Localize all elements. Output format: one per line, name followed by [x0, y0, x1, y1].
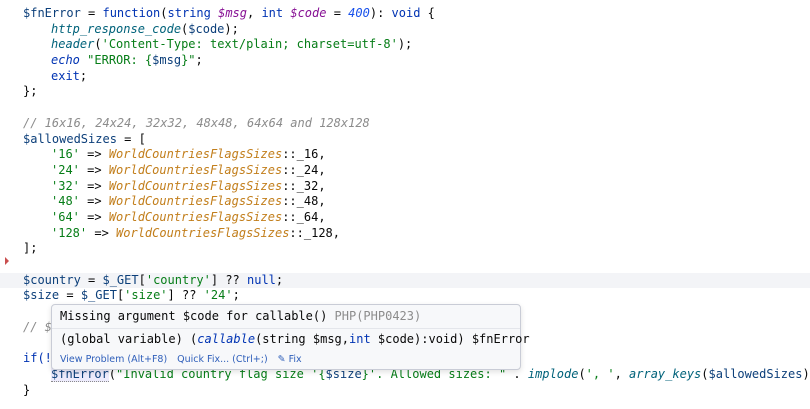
code-line-18-current: $country = $_GET['country'] ?? null;	[0, 272, 810, 289]
error-tooltip-popup: Missing argument $code for callable() PH…	[51, 304, 530, 370]
error-message: Missing argument $code for callable() PH…	[60, 309, 422, 323]
code-line-5: exit;	[51, 68, 88, 83]
code-line-14: '64' => WorldCountriesFlagsSizes::_64,	[51, 209, 326, 224]
code-line-4: echo "ERROR: {$msg}";	[51, 53, 203, 68]
code-line-13: '48' => WorldCountriesFlagsSizes::_48,	[51, 194, 326, 209]
code-line-11: '24' => WorldCountriesFlagsSizes::_24,	[51, 162, 326, 177]
code-line-6: };	[23, 84, 38, 99]
code-line-8: // 16x16, 24x24, 32x32, 48x48, 64x64 and…	[23, 115, 370, 130]
breakpoint-marker-icon[interactable]	[5, 257, 9, 265]
code-line-15: '128' => WorldCountriesFlagsSizes::_128,	[51, 225, 340, 240]
code-line-25: }	[23, 382, 31, 397]
popup-divider	[52, 328, 520, 329]
view-problem-link[interactable]: View Problem (Alt+F8)	[60, 354, 167, 365]
editor-gutter	[0, 0, 8, 409]
fix-link[interactable]: ✎ Fix	[278, 354, 302, 365]
quick-fix-link[interactable]: Quick Fix... (Ctrl+;)	[177, 354, 267, 365]
code-line-1: $fnError = function(string $msg, int $co…	[23, 6, 435, 20]
code-line-3: header('Content-Type: text/plain; charse…	[51, 37, 413, 52]
code-line-12: '32' => WorldCountriesFlagsSizes::_32,	[51, 178, 326, 193]
signature-info: (global variable) (callable(string $msg,…	[60, 332, 530, 346]
code-line-2: http_response_code($code);	[51, 21, 239, 36]
code-line-10: '16' => WorldCountriesFlagsSizes::_16,	[51, 147, 326, 162]
code-line-19: $size = $_GET['size'] ?? '24';	[23, 288, 240, 303]
popup-actions: View Problem (Alt+F8) Quick Fix... (Ctrl+…	[60, 354, 312, 365]
code-line-9: $allowedSizes = [	[23, 131, 146, 146]
code-line-16: ];	[23, 241, 38, 256]
